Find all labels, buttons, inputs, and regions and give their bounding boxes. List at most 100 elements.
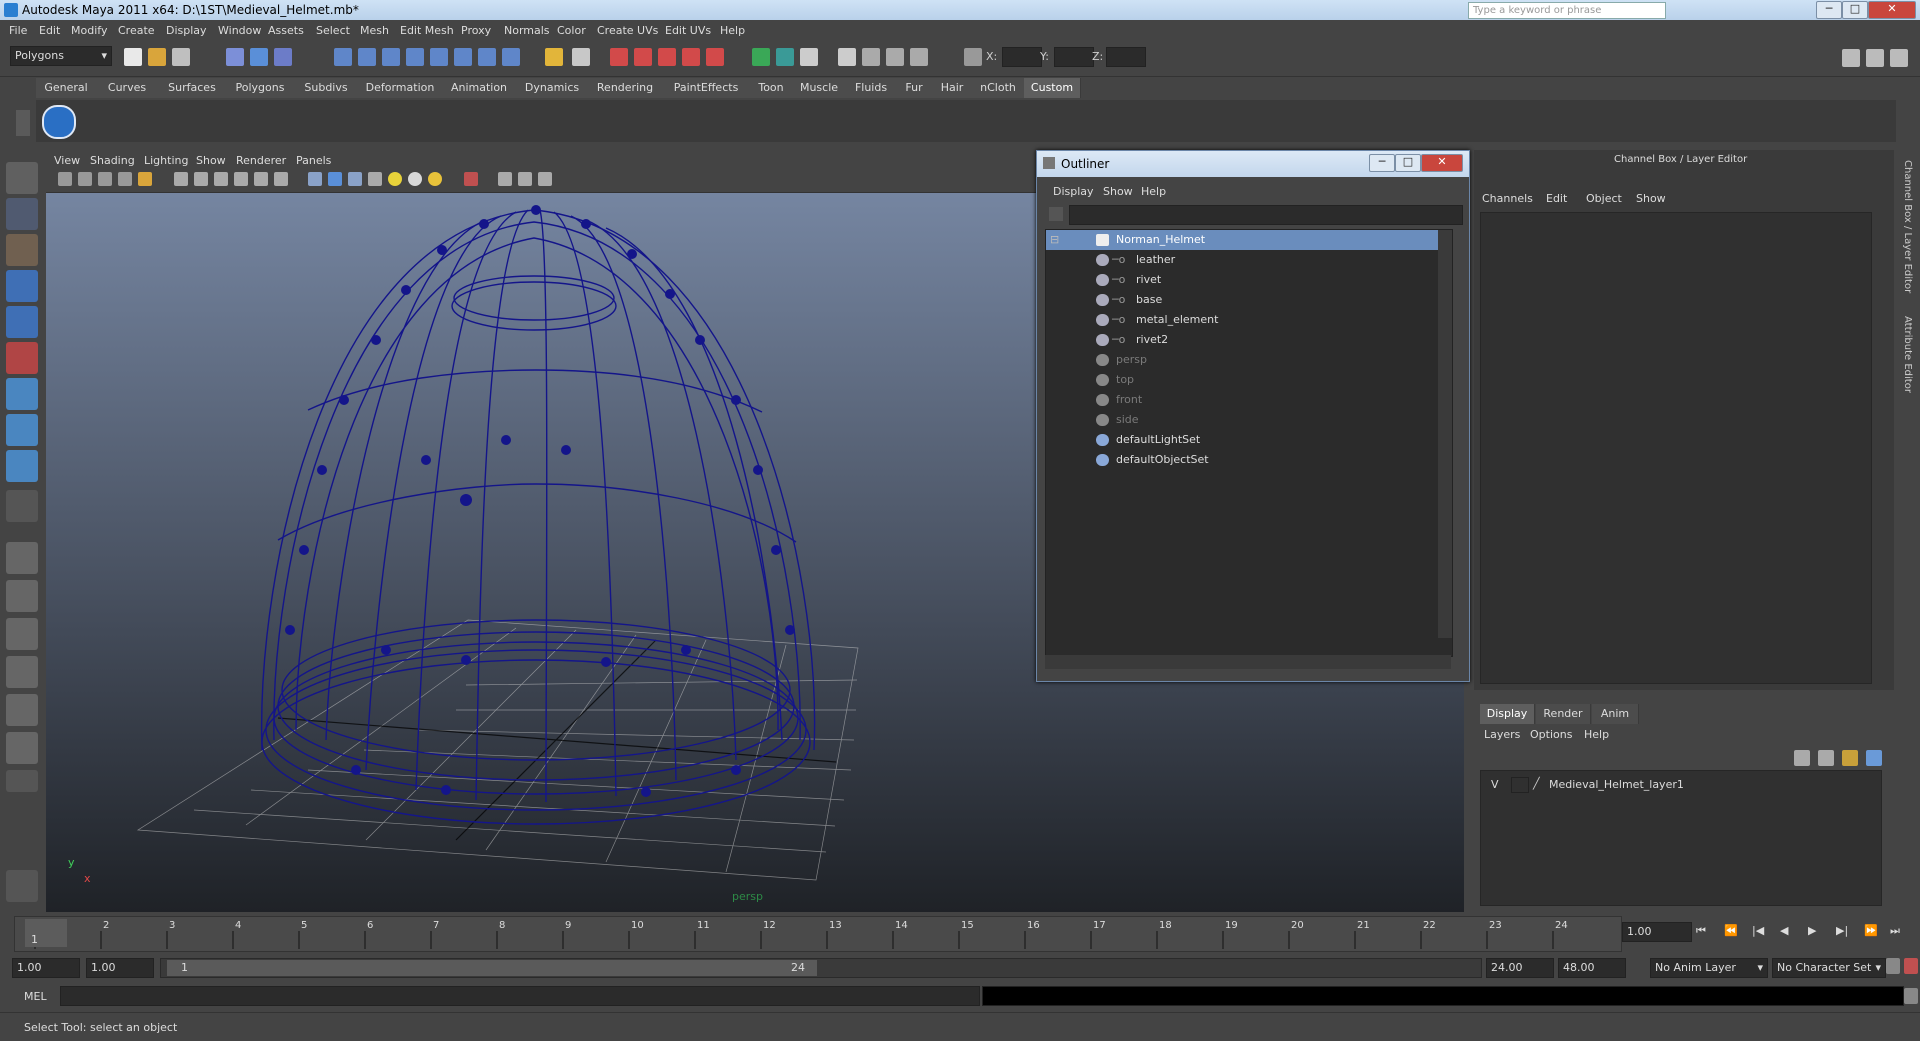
safe-title-icon[interactable] bbox=[274, 172, 288, 186]
x-field[interactable] bbox=[1002, 47, 1042, 67]
menu-normals[interactable]: Normals bbox=[504, 24, 550, 37]
stereo-icon[interactable] bbox=[538, 172, 552, 186]
input-box-icon[interactable] bbox=[800, 48, 818, 66]
layers-menu-options[interactable]: Options bbox=[1530, 728, 1572, 741]
shelf-tab-ncloth[interactable]: nCloth bbox=[972, 78, 1025, 98]
outliner-minimize-button[interactable]: ─ bbox=[1369, 154, 1395, 172]
layout-graph-icon[interactable] bbox=[6, 656, 38, 688]
shelf-tab-muscle[interactable]: Muscle bbox=[792, 78, 847, 98]
default-light-icon[interactable] bbox=[388, 172, 402, 186]
side-tab-attribute-editor[interactable]: Attribute Editor bbox=[1902, 316, 1913, 393]
render-region-icon[interactable] bbox=[838, 48, 856, 66]
shelf-tab-hair[interactable]: Hair bbox=[932, 78, 973, 98]
outliner-close-button[interactable]: ✕ bbox=[1421, 154, 1463, 172]
viewport-menu-view[interactable]: View bbox=[54, 154, 80, 167]
isolate-select-icon[interactable] bbox=[498, 172, 512, 186]
layer-row[interactable]: V ╱ Medieval_Helmet_layer1 bbox=[1481, 775, 1881, 795]
layer-move-up-icon[interactable] bbox=[1842, 750, 1858, 766]
snap-grid-icon[interactable] bbox=[334, 48, 352, 66]
layer-visibility-toggle[interactable]: V bbox=[1491, 778, 1499, 791]
snapshot-icon[interactable] bbox=[862, 48, 880, 66]
shelf-tab-toon[interactable]: Toon bbox=[750, 78, 793, 98]
render-view-icon[interactable] bbox=[706, 48, 724, 66]
render-icon[interactable] bbox=[610, 48, 628, 66]
universal-manipulator-icon[interactable] bbox=[6, 378, 38, 410]
outliner-search-field[interactable] bbox=[1069, 205, 1463, 225]
playback-start-field[interactable]: 1.00 bbox=[86, 958, 154, 978]
outliner-item-rivet[interactable]: ─o rivet bbox=[1046, 270, 1452, 290]
shelf-menu-icon[interactable] bbox=[16, 110, 30, 136]
outliner-item-top[interactable]: top bbox=[1046, 370, 1452, 390]
scale-tool-icon[interactable] bbox=[6, 342, 38, 374]
playback-end-field[interactable]: 24.00 bbox=[1486, 958, 1554, 978]
show-manipulator-icon[interactable] bbox=[6, 450, 38, 482]
all-lights-icon[interactable] bbox=[408, 172, 422, 186]
outliner-item-base[interactable]: ─o base bbox=[1046, 290, 1452, 310]
layer-tab-display[interactable]: Display bbox=[1480, 704, 1535, 724]
viewport-menu-renderer[interactable]: Renderer bbox=[236, 154, 286, 167]
help-search-input[interactable]: Type a keyword or phrase bbox=[1468, 2, 1666, 19]
rotate-tool-icon[interactable] bbox=[6, 306, 38, 338]
last-tool-icon[interactable] bbox=[6, 490, 38, 522]
xray-icon[interactable] bbox=[464, 172, 478, 186]
close-button[interactable]: ✕ bbox=[1868, 1, 1916, 19]
select-component-icon[interactable] bbox=[274, 48, 292, 66]
layout-four-icon[interactable] bbox=[6, 580, 38, 612]
open-scene-icon[interactable] bbox=[148, 48, 166, 66]
channels-menu-edit[interactable]: Edit bbox=[1546, 192, 1567, 205]
menu-proxy[interactable]: Proxy bbox=[461, 24, 491, 37]
menu-file[interactable]: File bbox=[9, 24, 27, 37]
viewport-menu-lighting[interactable]: Lighting bbox=[144, 154, 188, 167]
checkmark-icon[interactable] bbox=[42, 105, 76, 139]
select-object-icon[interactable] bbox=[250, 48, 268, 66]
menu-edit-uvs[interactable]: Edit UVs bbox=[665, 24, 711, 37]
new-scene-icon[interactable] bbox=[124, 48, 142, 66]
current-time-field[interactable]: 1.00 bbox=[1622, 922, 1692, 942]
play-backward-icon[interactable]: ◀ bbox=[1780, 924, 1788, 937]
snap-curve-icon[interactable] bbox=[358, 48, 376, 66]
layer-tab-render[interactable]: Render bbox=[1536, 704, 1591, 724]
menu-select[interactable]: Select bbox=[316, 24, 350, 37]
layout-more-icon[interactable] bbox=[6, 770, 38, 792]
resolution-gate-icon[interactable] bbox=[194, 172, 208, 186]
smooth-shade-icon[interactable] bbox=[328, 172, 342, 186]
end-time-field[interactable]: 48.00 bbox=[1558, 958, 1626, 978]
character-set-selector[interactable]: No Character Set ▾ bbox=[1772, 958, 1886, 978]
step-back-icon[interactable]: ⏪ bbox=[1724, 924, 1738, 937]
layer-tab-anim[interactable]: Anim bbox=[1592, 704, 1639, 724]
outliner-item-default-object-set[interactable]: defaultObjectSet bbox=[1046, 450, 1452, 470]
outliner-title-bar[interactable]: Outliner ─ □ ✕ bbox=[1037, 151, 1469, 177]
camera-attr-icon[interactable] bbox=[78, 172, 92, 186]
outliner-item-rivet2[interactable]: ─o rivet2 bbox=[1046, 330, 1452, 350]
make-live-icon[interactable] bbox=[430, 48, 448, 66]
filter-icon[interactable] bbox=[1049, 207, 1063, 221]
layer-move-down-icon[interactable] bbox=[1866, 750, 1882, 766]
select-tool-icon[interactable] bbox=[6, 162, 38, 194]
display-ops-icon[interactable] bbox=[910, 48, 928, 66]
outliner-item-metal-element[interactable]: ─o metal_element bbox=[1046, 310, 1452, 330]
new-layer-icon[interactable] bbox=[1794, 750, 1810, 766]
start-time-field[interactable]: 1.00 bbox=[12, 958, 80, 978]
command-input[interactable] bbox=[60, 986, 980, 1006]
select-hierarchy-icon[interactable] bbox=[226, 48, 244, 66]
outliner-maximize-button[interactable]: □ bbox=[1395, 154, 1421, 172]
paint-select-tool-icon[interactable] bbox=[6, 234, 38, 266]
menu-window[interactable]: Window bbox=[218, 24, 261, 37]
camera-select-icon[interactable] bbox=[58, 172, 72, 186]
toggle-channel-box-icon[interactable] bbox=[1842, 49, 1860, 67]
layout-persp-graph-icon[interactable] bbox=[6, 732, 38, 764]
shelf-tab-deformation[interactable]: Deformation bbox=[358, 78, 443, 98]
batch-render-icon[interactable] bbox=[886, 48, 904, 66]
hypershade-icon[interactable] bbox=[682, 48, 700, 66]
step-back-key-icon[interactable]: |◀ bbox=[1752, 924, 1764, 937]
menu-modify[interactable]: Modify bbox=[71, 24, 107, 37]
lock-icon[interactable] bbox=[545, 48, 563, 66]
channels-menu-channels[interactable]: Channels bbox=[1482, 192, 1533, 205]
field-chart-icon[interactable] bbox=[234, 172, 248, 186]
soft-modification-icon[interactable] bbox=[6, 414, 38, 446]
grid-icon[interactable] bbox=[138, 172, 152, 186]
step-forward-key-icon[interactable]: ▶| bbox=[1836, 924, 1848, 937]
preferences-icon[interactable] bbox=[1904, 958, 1918, 974]
side-tab-channel-box[interactable]: Channel Box / Layer Editor bbox=[1902, 160, 1913, 293]
auto-key-icon[interactable] bbox=[1886, 958, 1900, 974]
